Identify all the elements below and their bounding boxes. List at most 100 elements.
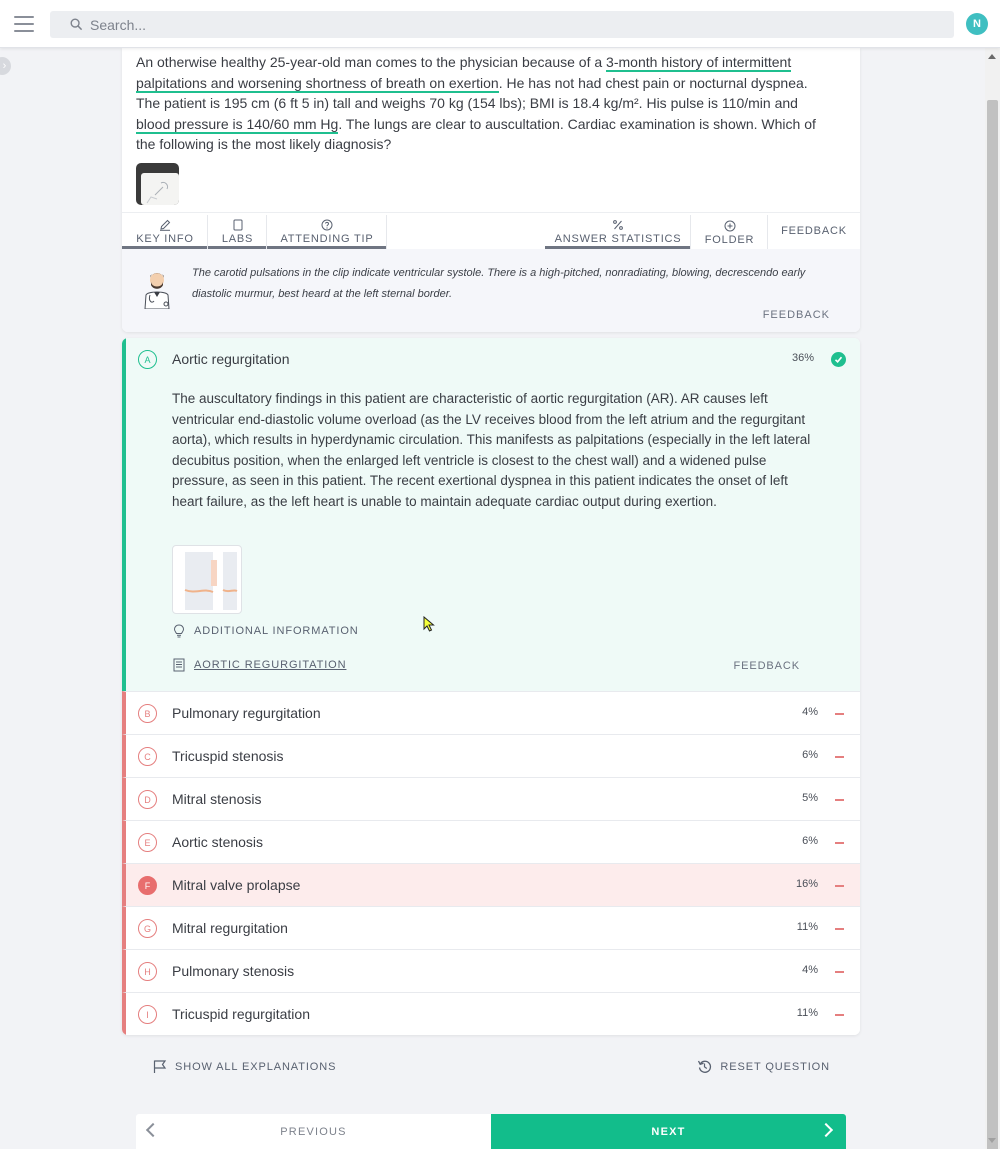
previous-label: PREVIOUS bbox=[280, 1125, 347, 1138]
tab-answer-statistics[interactable]: ANSWER STATISTICS bbox=[545, 213, 691, 249]
attending-tip-text: The carotid pulsations in the clip indic… bbox=[192, 267, 806, 300]
question-toolbar: KEY INFO LABS ATTENDING TIP ANSWER STATI… bbox=[122, 212, 860, 249]
answer-percent: 11% bbox=[796, 921, 818, 933]
flag-icon bbox=[153, 1060, 167, 1073]
tab-label: ATTENDING TIP bbox=[280, 233, 374, 245]
question-actions: SHOW ALL EXPLANATIONS RESET QUESTION bbox=[122, 1056, 860, 1078]
reset-icon bbox=[698, 1060, 712, 1073]
answer-option-g[interactable]: G Mitral regurgitation 11% bbox=[122, 906, 860, 949]
attending-tip-panel: The carotid pulsations in the clip indic… bbox=[122, 249, 860, 332]
search-icon bbox=[70, 18, 83, 31]
reset-question-button[interactable]: RESET QUESTION bbox=[697, 1059, 830, 1074]
search-input[interactable] bbox=[90, 16, 890, 33]
hamburger-icon[interactable] bbox=[14, 16, 34, 32]
answer-label: Aortic regurgitation bbox=[172, 351, 290, 367]
tab-folder[interactable]: FOLDER bbox=[691, 213, 768, 249]
answer-letter: I bbox=[138, 1005, 157, 1024]
minus-icon bbox=[835, 713, 844, 715]
answer-label: Tricuspid stenosis bbox=[172, 748, 284, 764]
answer-label: Aortic stenosis bbox=[172, 834, 264, 850]
answer-letter: A bbox=[138, 350, 157, 369]
show-all-label: SHOW ALL EXPLANATIONS bbox=[175, 1060, 337, 1073]
tab-label: FOLDER bbox=[704, 234, 755, 246]
answer-list: A Aortic regurgitation 36% The auscultat… bbox=[122, 338, 860, 1035]
next-label: NEXT bbox=[651, 1125, 686, 1138]
clipboard-icon bbox=[233, 219, 242, 231]
answer-letter: G bbox=[138, 919, 157, 938]
answer-option-d[interactable]: D Mitral stenosis 5% bbox=[122, 777, 860, 820]
document-icon bbox=[173, 658, 185, 672]
answer-percent: 16% bbox=[795, 878, 818, 890]
answer-letter: H bbox=[138, 962, 157, 981]
answer-option-correct[interactable]: A Aortic regurgitation 36% The auscultat… bbox=[122, 338, 860, 691]
answer-percent: 11% bbox=[796, 1007, 818, 1019]
scrollbar-thumb[interactable] bbox=[987, 100, 998, 1149]
answer-label: Mitral regurgitation bbox=[172, 920, 288, 936]
answer-label: Mitral valve prolapse bbox=[172, 877, 301, 893]
additional-information-toggle[interactable]: ADDITIONAL INFORMATION bbox=[172, 624, 359, 638]
answer-option-c[interactable]: C Tricuspid stenosis 6% bbox=[122, 734, 860, 777]
avatar[interactable]: N bbox=[966, 13, 988, 35]
question-card: An otherwise healthy 25-year-old man com… bbox=[122, 48, 860, 332]
explanation-feedback-link[interactable]: FEEDBACK bbox=[734, 660, 801, 672]
answer-label: Tricuspid regurgitation bbox=[172, 1006, 310, 1022]
mouse-cursor-icon bbox=[423, 616, 435, 632]
tab-attending-tip[interactable]: ATTENDING TIP bbox=[267, 213, 387, 249]
scrollbar[interactable] bbox=[985, 48, 1000, 1149]
answer-percent: 36% bbox=[791, 352, 814, 364]
minus-icon bbox=[835, 799, 844, 801]
key-info-highlight[interactable]: blood pressure is 140/60 mm Hg bbox=[136, 115, 339, 134]
search-bar[interactable] bbox=[50, 11, 954, 38]
scroll-up-arrow[interactable] bbox=[988, 54, 996, 59]
answer-option-b[interactable]: B Pulmonary regurgitation 4% bbox=[122, 691, 860, 734]
tab-label: KEY INFO bbox=[136, 233, 194, 245]
answer-percent: 4% bbox=[802, 964, 818, 976]
tab-label: ANSWER STATISTICS bbox=[554, 233, 682, 245]
answer-letter: B bbox=[138, 704, 157, 723]
answer-option-i[interactable]: I Tricuspid regurgitation 11% bbox=[122, 992, 860, 1035]
reset-label: RESET QUESTION bbox=[720, 1060, 830, 1073]
tab-feedback[interactable]: FEEDBACK bbox=[768, 213, 860, 249]
answer-option-f-selected[interactable]: F Mitral valve prolapse 16% bbox=[122, 863, 860, 906]
previous-button[interactable]: PREVIOUS bbox=[136, 1114, 491, 1149]
answer-label: Mitral stenosis bbox=[172, 791, 262, 807]
answer-percent: 5% bbox=[802, 792, 818, 804]
answer-letter: E bbox=[138, 833, 157, 852]
exam-media-thumbnail[interactable] bbox=[136, 163, 179, 205]
scroll-down-arrow[interactable] bbox=[988, 1138, 996, 1143]
tab-labs[interactable]: LABS bbox=[208, 213, 267, 249]
chevron-right-icon: › bbox=[2, 60, 7, 72]
explanation-image-thumbnail[interactable] bbox=[172, 545, 242, 614]
answer-percent: 4% bbox=[802, 706, 818, 718]
answer-label: Pulmonary regurgitation bbox=[172, 705, 321, 721]
question-circle-icon bbox=[321, 219, 333, 231]
answer-option-e[interactable]: E Aortic stenosis 6% bbox=[122, 820, 860, 863]
answer-explanation: The auscultatory findings in this patien… bbox=[172, 391, 811, 509]
plus-circle-icon bbox=[724, 220, 735, 232]
doctor-avatar-icon bbox=[144, 273, 170, 309]
minus-icon bbox=[835, 928, 844, 930]
answer-option-h[interactable]: H Pulmonary stenosis 4% bbox=[122, 949, 860, 992]
minus-icon bbox=[835, 885, 844, 887]
chevron-left-icon bbox=[145, 1122, 161, 1138]
next-button[interactable]: NEXT bbox=[491, 1114, 846, 1149]
top-bar: N bbox=[0, 0, 1000, 48]
sidebar-toggle[interactable]: › bbox=[0, 57, 11, 75]
tab-key-info[interactable]: KEY INFO bbox=[122, 213, 208, 249]
check-circle-icon bbox=[831, 352, 846, 367]
show-all-explanations-button[interactable]: SHOW ALL EXPLANATIONS bbox=[152, 1059, 336, 1074]
chevron-right-icon bbox=[818, 1122, 834, 1138]
minus-icon bbox=[835, 756, 844, 758]
answer-letter: D bbox=[138, 790, 157, 809]
percent-icon bbox=[613, 220, 623, 230]
answer-letter: C bbox=[138, 747, 157, 766]
question-stem: An otherwise healthy 25-year-old man com… bbox=[136, 52, 826, 155]
article-link[interactable]: AORTIC REGURGITATION bbox=[172, 658, 346, 672]
minus-icon bbox=[835, 842, 844, 844]
pencil-icon bbox=[160, 219, 171, 231]
tip-feedback-link[interactable]: FEEDBACK bbox=[763, 309, 830, 321]
minus-icon bbox=[835, 1014, 844, 1016]
answer-percent: 6% bbox=[802, 749, 818, 761]
minus-icon bbox=[835, 971, 844, 973]
lightbulb-icon bbox=[173, 624, 185, 638]
